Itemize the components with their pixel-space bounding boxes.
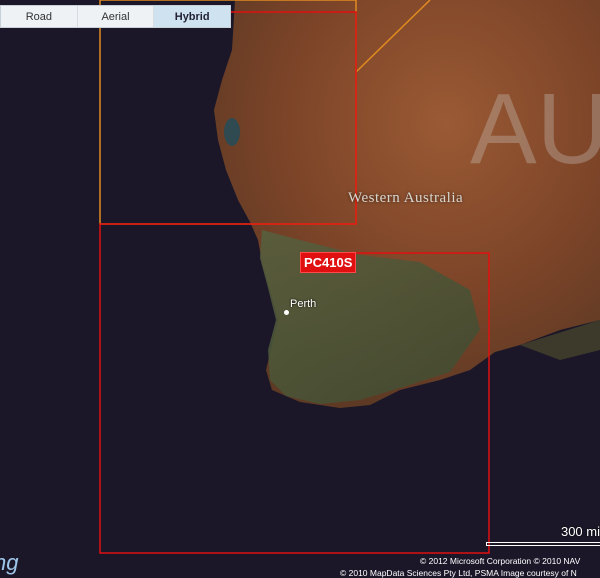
tab-aerial[interactable]: Aerial: [78, 6, 155, 27]
chart-id-badge[interactable]: PC410S: [300, 252, 357, 273]
attribution-line-2: © 2010 MapData Sciences Pty Ltd, PSMA Im…: [340, 568, 577, 578]
bing-logo-icon: ng: [0, 550, 19, 575]
tab-hybrid[interactable]: Hybrid: [154, 6, 231, 27]
attribution-line-1: © 2012 Microsoft Corporation © 2010 NAV: [420, 556, 581, 566]
tab-road[interactable]: Road: [1, 6, 78, 27]
map-type-tabs: Road Aerial Hybrid: [0, 5, 231, 28]
scale-bar: [486, 542, 600, 546]
region-label: Western Australia: [348, 190, 464, 206]
city-marker-icon: [284, 310, 289, 315]
country-label: AU: [470, 73, 600, 185]
lake: [224, 118, 240, 146]
scale-label: 300 mi: [560, 524, 600, 539]
city-label: Perth: [290, 298, 317, 310]
